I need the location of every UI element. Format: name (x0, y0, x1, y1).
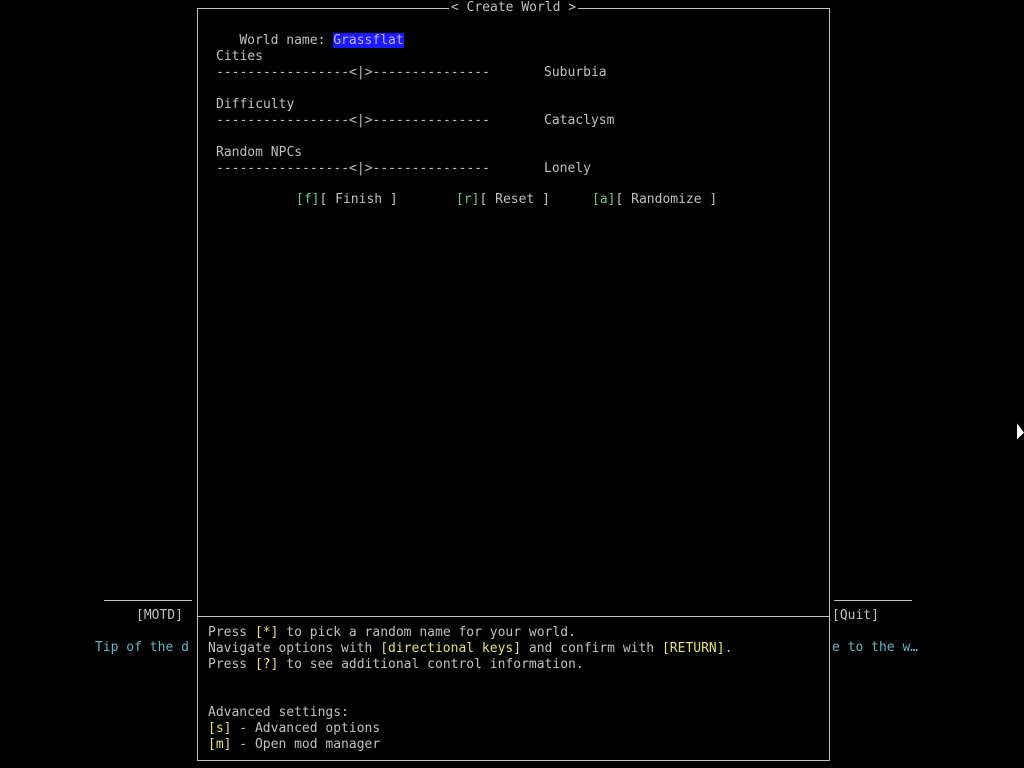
world-name-label: World name: (239, 33, 334, 48)
quit-menu-item[interactable]: [Quit] (832, 608, 879, 624)
reset-label: [ Reset ] (479, 192, 550, 207)
dialog-title-text: < Create World > (448, 0, 579, 15)
option-label-random-npcs: Random NPCs (216, 145, 303, 160)
return-key-hint: [RETURN] (661, 641, 725, 656)
help-divider (198, 616, 829, 617)
help-hotkey: [?] (254, 657, 279, 672)
menu-divider-right (834, 600, 912, 601)
option-value-cities: Suburbia (544, 65, 607, 80)
menu-divider-left (104, 600, 192, 601)
option-value-random-npcs: Lonely (544, 161, 591, 176)
option-slider-difficulty[interactable]: -----------------<|>--------------- (216, 113, 490, 129)
option-label-cities: Cities (216, 49, 263, 64)
tip-text-left: Tip of the d (95, 640, 189, 655)
help-line-navigate: Navigate options with [directional keys]… (208, 641, 733, 656)
advanced-options-hotkey: [s] (208, 721, 232, 736)
world-name-input[interactable]: Grassflat (333, 33, 404, 48)
option-value-difficulty: Cataclysm (544, 113, 615, 128)
help-line-random-name: Press [*] to pick a random name for your… (208, 625, 576, 640)
randomize-hotkey: [a] (592, 192, 616, 207)
finish-label: [ Finish ] (319, 192, 398, 207)
random-name-hotkey: [*] (254, 625, 279, 640)
reset-button[interactable]: [r][ Reset ] (456, 192, 550, 208)
tip-text-right: e to the w… (832, 640, 919, 655)
option-slider-cities[interactable]: -----------------<|>--------------- (216, 65, 490, 81)
directional-keys-hint: [directional keys] (380, 641, 522, 656)
randomize-button[interactable]: [a][ Randomize ] (592, 192, 717, 208)
mod-manager-item[interactable]: [m] - Open mod manager (208, 737, 380, 753)
option-slider-random-npcs[interactable]: -----------------<|>--------------- (216, 161, 490, 177)
help-line-controls: Press [?] to see additional control info… (208, 657, 584, 672)
dialog-title: < Create World > (198, 0, 829, 16)
finish-button[interactable]: [f][ Finish ] (296, 192, 398, 208)
option-label-difficulty: Difficulty (216, 97, 295, 112)
finish-hotkey: [f] (296, 192, 320, 207)
advanced-options-item[interactable]: [s] - Advanced options (208, 721, 380, 737)
randomize-label: [ Randomize ] (615, 192, 718, 207)
advanced-settings-title: Advanced settings: (208, 705, 349, 720)
mod-manager-hotkey: [m] (208, 737, 232, 752)
create-world-dialog: < Create World > World name: Grassflat C… (197, 0, 830, 761)
motd-menu-item[interactable]: [MOTD] (136, 608, 183, 624)
mouse-cursor-icon (1017, 423, 1024, 441)
reset-hotkey: [r] (456, 192, 480, 207)
